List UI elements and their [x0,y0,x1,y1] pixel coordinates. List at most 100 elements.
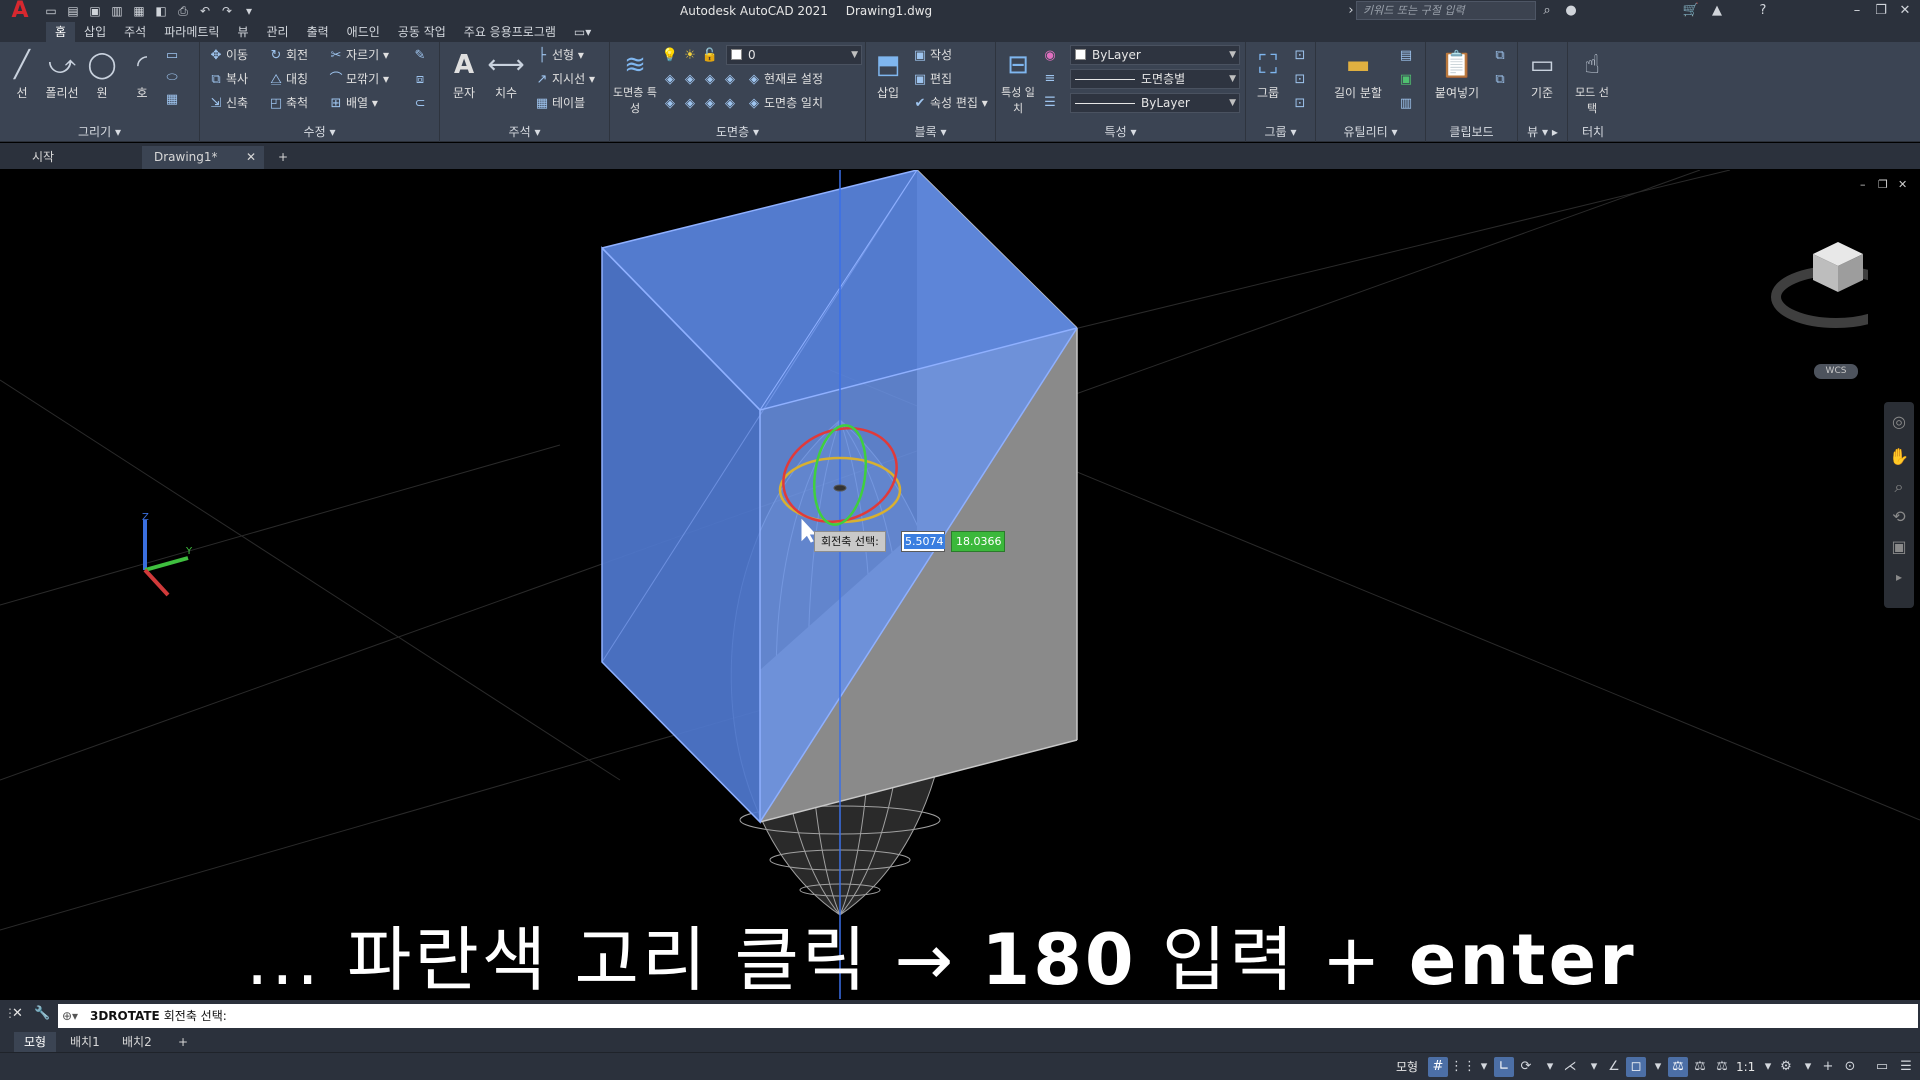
tab-output[interactable]: 출력 [298,22,338,42]
minimize-icon[interactable]: – [1846,0,1868,22]
layer-state-icons[interactable]: 💡 ☀ 🔓 [660,44,720,66]
group-button[interactable]: ⛶ 그룹 [1248,46,1288,101]
circle-button[interactable]: ◯ 원 [82,46,122,101]
utility-tool-1[interactable]: ▤ [1396,44,1416,66]
paste-button[interactable]: 📋 붙여넣기 [1428,46,1486,101]
dimension-button[interactable]: ⟷ 치수 [486,46,526,101]
recent-commands-icon[interactable]: ⊕▾ [62,1004,78,1028]
tab-home[interactable]: 홈 [46,22,76,42]
model-space-canvas[interactable]: Z Y [0,170,1920,999]
wcs-badge[interactable]: WCS [1814,364,1858,379]
insert-block-button[interactable]: ⬒ 삽입 [868,46,908,101]
draw-panel-title[interactable]: 그리기 ▾ [0,124,199,140]
close-tab-icon[interactable]: ✕ [246,146,256,169]
tab-addins[interactable]: 애드인 [338,22,389,42]
chevron-down-icon[interactable]: ▾ [1584,1057,1604,1077]
annotation-panel-title[interactable]: 주석 ▾ [440,124,609,140]
tab-annotate[interactable]: 주석 [115,22,155,42]
layer-properties-button[interactable]: ≋ 도면층 특성 [612,46,658,116]
isodraft-icon[interactable]: ⋌ [1560,1057,1580,1077]
block-panel-title[interactable]: 블록 ▾ [866,124,995,140]
linetype-dropdown[interactable]: ByLayer ▼ [1070,93,1240,113]
lineweight-dropdown[interactable]: 도면층별 ▼ [1070,69,1240,89]
steering-wheel-icon[interactable]: ◎ [1884,402,1914,442]
layer-tools-row-1[interactable]: ◈ ◈ ◈ ◈ [660,68,740,90]
plot-icon[interactable]: ⎙ [172,0,194,22]
chevron-down-icon[interactable]: ▾ [1798,1057,1818,1077]
stretch-button[interactable]: ⇲ 신축 [206,92,249,114]
model-space-toggle[interactable]: 모형 [1396,1057,1418,1077]
close-icon[interactable]: ✕ [1894,0,1916,22]
viewport-restore-icon[interactable]: ❐ [1878,178,1888,191]
hatch-button[interactable]: ▦ [162,88,182,110]
chevron-down-icon[interactable]: ▾ [1540,1057,1560,1077]
drawing-viewport[interactable]: Z Y – ❐ ✕ WCS ◎ ✋ ⌕ ⟲ ▣ ▸ [0,170,1920,999]
search-icon[interactable]: ⌕ [1536,0,1558,22]
tab-collaborate[interactable]: 공동 작업 [389,22,455,42]
array-button[interactable]: ⊞ 배열 ▾ [326,92,378,114]
scale-button[interactable]: ◰ 축척 [266,92,308,114]
color-dropdown[interactable]: ByLayer ▼ [1070,45,1240,65]
grid-icon[interactable]: # [1428,1057,1448,1077]
ribbon-toggle-icon[interactable]: ▭▾ [565,22,600,42]
annotation-scale-icon[interactable]: ⚖ [1712,1057,1732,1077]
table-button[interactable]: ▦ 테이블 [532,92,585,114]
open-icon[interactable]: ▤ [62,0,84,22]
copy-clip-button[interactable]: ⧉ [1490,68,1510,90]
customize-menu-icon[interactable]: ☰ [1896,1057,1916,1077]
edit-attributes-button[interactable]: ✔ 속성 편집 ▾ [910,92,988,114]
utilities-panel-title[interactable]: 유틸리티 ▾ [1316,124,1425,140]
move-button[interactable]: ✥ 이동 [206,44,249,66]
showmotion-icon[interactable]: ▣ [1884,532,1914,562]
rectangle-button[interactable]: ▭ [162,44,182,66]
tab-model[interactable]: 모형 [14,1032,57,1052]
web-save-icon[interactable]: ▦ [128,0,150,22]
object-snap-icon[interactable]: ◻ [1626,1057,1646,1077]
copy-button[interactable]: ⧉ 복사 [206,68,248,90]
mirror-button[interactable]: ⧋ 대칭 [266,68,308,90]
utility-tool-3[interactable]: ▥ [1396,92,1416,114]
tab-view[interactable]: 뷰 [228,22,257,42]
zoom-icon[interactable]: ⌕ [1884,472,1914,502]
annotation-scale-value[interactable]: 1:1 [1736,1057,1755,1077]
tab-start[interactable]: 시작 [20,146,140,169]
layer-tools-row-2[interactable]: ◈ ◈ ◈ ◈ [660,92,740,114]
groups-panel-title[interactable]: 그룹 ▾ [1246,124,1315,140]
isolate-objects-icon[interactable]: ⊙ [1840,1057,1860,1077]
autocad-logo-icon[interactable]: A [0,0,40,22]
plus-icon[interactable]: + [1818,1057,1838,1077]
tab-layout2[interactable]: 배치2 [112,1032,162,1052]
layer-dropdown[interactable]: 0 ▼ [726,45,862,65]
tab-layout1[interactable]: 배치1 [60,1032,110,1052]
trim-button[interactable]: ✂ 자르기 ▾ [326,44,389,66]
orbit-icon[interactable]: ⟲ [1884,502,1914,532]
viewcube[interactable] [1768,232,1868,342]
properties-panel-title[interactable]: 특성 ▾ [996,124,1245,140]
leader-button[interactable]: ↗ 지시선 ▾ [532,68,595,90]
match-properties-button[interactable]: ⊟ 특성 일치 [998,46,1038,116]
chevron-down-icon[interactable]: ▾ [1648,1057,1668,1077]
rotate-button[interactable]: ↻ 회전 [266,44,309,66]
ellipse-button[interactable]: ⬭ [162,66,182,88]
ortho-icon[interactable]: ∟ [1494,1057,1514,1077]
make-current-button[interactable]: ◈ 현재로 설정 [744,68,823,90]
workspace-gear-icon[interactable]: ⚙ [1776,1057,1796,1077]
linear-dim-button[interactable]: ├ 선형 ▾ [532,44,584,66]
object-snap-tracking-icon[interactable]: ∠ [1604,1057,1624,1077]
restore-icon[interactable]: ❐ [1870,0,1892,22]
create-block-button[interactable]: ▣ 작성 [910,44,952,66]
tab-manage[interactable]: 관리 [257,22,297,42]
snap-icon[interactable]: ⋮⋮ [1450,1057,1476,1077]
new-tab-icon[interactable]: + [272,146,296,169]
cart-icon[interactable]: 🛒 [1680,0,1702,22]
add-layout-icon[interactable]: + [168,1032,198,1052]
command-line-customize-icon[interactable]: 🔧 [34,1006,50,1021]
auto-scale-icon[interactable]: ⚖ [1690,1057,1710,1077]
fillet-button[interactable]: ⌒ 모깎기 ▾ [326,68,388,90]
undo-icon[interactable]: ↶ [194,0,216,22]
group-edit-button[interactable]: ⊡ [1290,68,1310,90]
chevron-down-icon[interactable]: ▾ [1474,1057,1494,1077]
command-line-close-icon[interactable]: ✕ [12,1006,23,1021]
cut-button[interactable]: ⧉ [1490,44,1510,66]
line-button[interactable]: ╱ 선 [2,46,42,101]
